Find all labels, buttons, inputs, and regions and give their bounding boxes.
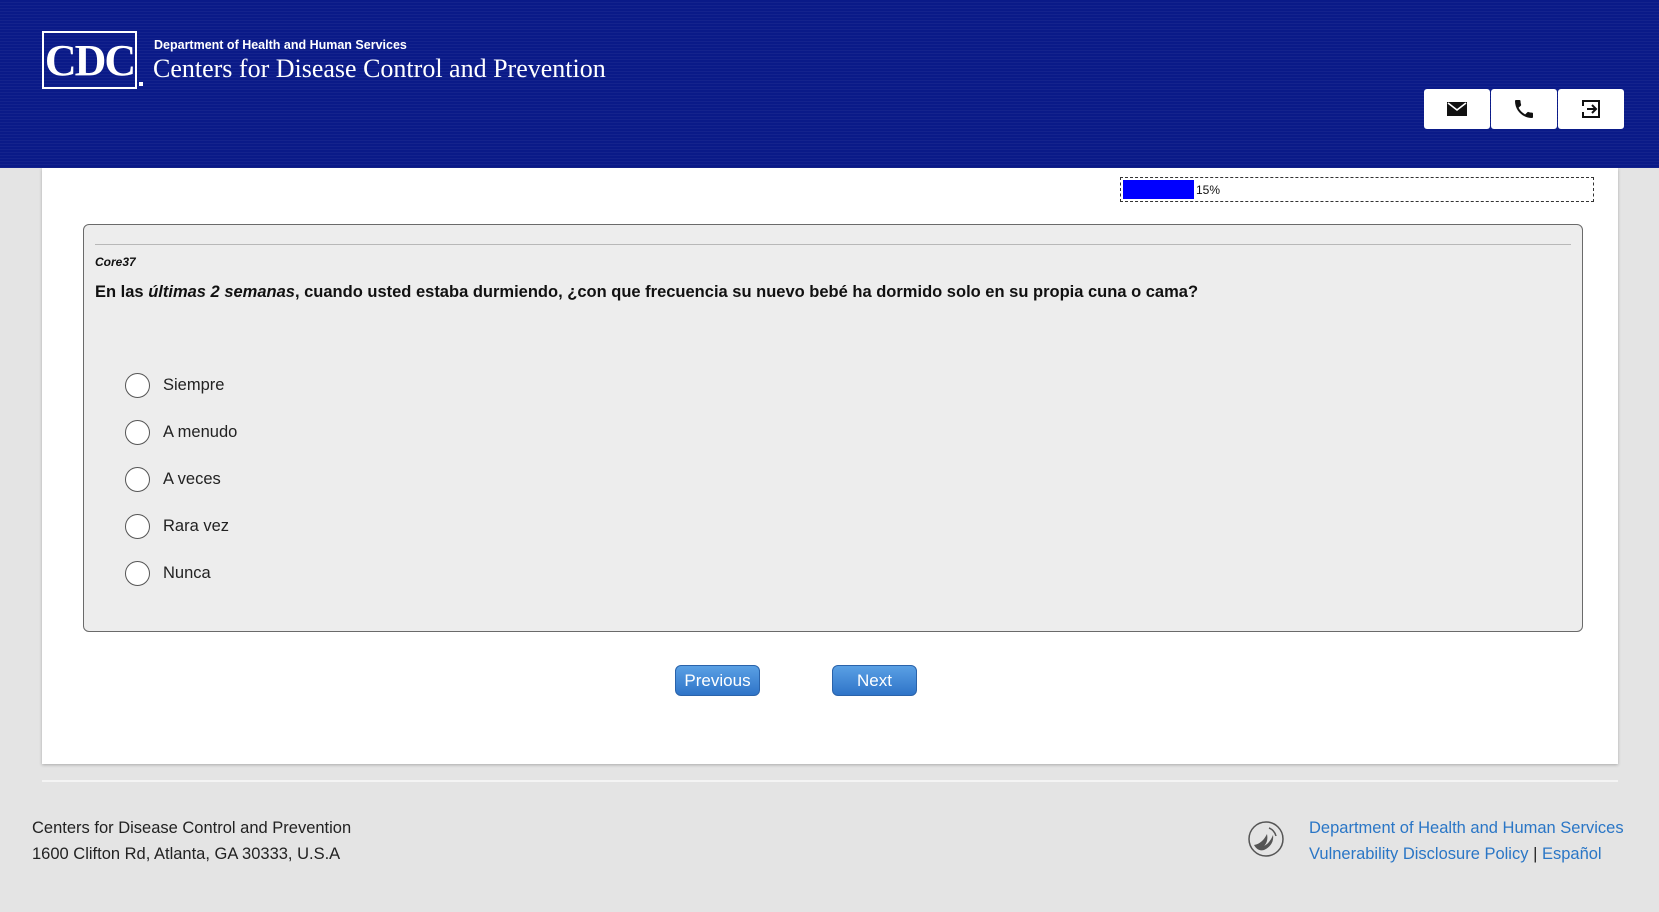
option-rara-vez[interactable]: Rara vez <box>125 503 237 550</box>
hhs-link[interactable]: Department of Health and Human Services <box>1309 819 1624 837</box>
link-separator: | <box>1533 845 1538 863</box>
logo-dot <box>139 82 143 86</box>
hhs-eagle-icon <box>1248 821 1284 857</box>
answer-options: Siempre A menudo A veces Rara vez Nunca <box>125 362 237 597</box>
radio-button[interactable] <box>125 373 150 398</box>
question-panel: Core37 En las últimas 2 semanas, cuando … <box>83 224 1583 632</box>
envelope-icon <box>1447 102 1467 116</box>
previous-button[interactable]: Previous <box>675 665 760 696</box>
espanol-link[interactable]: Español <box>1542 845 1602 863</box>
phone-button[interactable] <box>1491 89 1557 129</box>
panel-divider <box>95 244 1571 245</box>
site-header: CDC Department of Health and Human Servi… <box>0 0 1659 168</box>
footer-links: Department of Health and Human Services … <box>1309 815 1624 867</box>
radio-button[interactable] <box>125 467 150 492</box>
progress-label: 15% <box>1196 183 1221 197</box>
option-a-veces[interactable]: A veces <box>125 456 237 503</box>
phone-icon <box>1515 100 1533 118</box>
option-label: Nunca <box>163 564 211 582</box>
radio-button[interactable] <box>125 420 150 445</box>
question-text-emphasis: últimas 2 semanas <box>148 283 295 301</box>
option-label: A veces <box>163 470 221 488</box>
header-actions <box>1424 89 1625 129</box>
agency-name: Centers for Disease Control and Preventi… <box>153 54 606 83</box>
footer-address: Centers for Disease Control and Preventi… <box>32 815 351 867</box>
footer-org-name: Centers for Disease Control and Preventi… <box>32 819 352 837</box>
question-id: Core37 <box>95 255 136 269</box>
option-siempre[interactable]: Siempre <box>125 362 237 409</box>
option-a-menudo[interactable]: A menudo <box>125 409 237 456</box>
option-label: Rara vez <box>163 517 230 535</box>
cdc-logo[interactable]: CDC <box>42 31 137 89</box>
radio-button[interactable] <box>125 561 150 586</box>
option-label: Siempre <box>163 376 225 394</box>
question-text-start: En las <box>95 283 149 301</box>
footer-street-address: 1600 Clifton Rd, Atlanta, GA 30333, U.S.… <box>32 845 341 863</box>
next-button[interactable]: Next <box>832 665 917 696</box>
email-button[interactable] <box>1424 89 1490 129</box>
exit-icon <box>1581 100 1600 118</box>
radio-button[interactable] <box>125 514 150 539</box>
progress-fill <box>1123 180 1194 199</box>
vulnerability-disclosure-link[interactable]: Vulnerability Disclosure Policy <box>1309 845 1528 863</box>
survey-card: 15% Core37 En las últimas 2 semanas, cua… <box>42 168 1618 764</box>
option-nunca[interactable]: Nunca <box>125 550 237 597</box>
cdc-logo-text: CDC <box>44 35 136 85</box>
exit-button[interactable] <box>1558 89 1624 129</box>
question-text-end: , cuando usted estaba durmiendo, ¿con qu… <box>294 283 1199 301</box>
question-text: En las últimas 2 semanas, cuando usted e… <box>95 283 1198 302</box>
option-label: A menudo <box>163 423 238 441</box>
progress-bar: 15% <box>1120 177 1594 202</box>
card-bottom-edge <box>42 780 1618 782</box>
department-name: Department of Health and Human Services <box>154 38 407 52</box>
